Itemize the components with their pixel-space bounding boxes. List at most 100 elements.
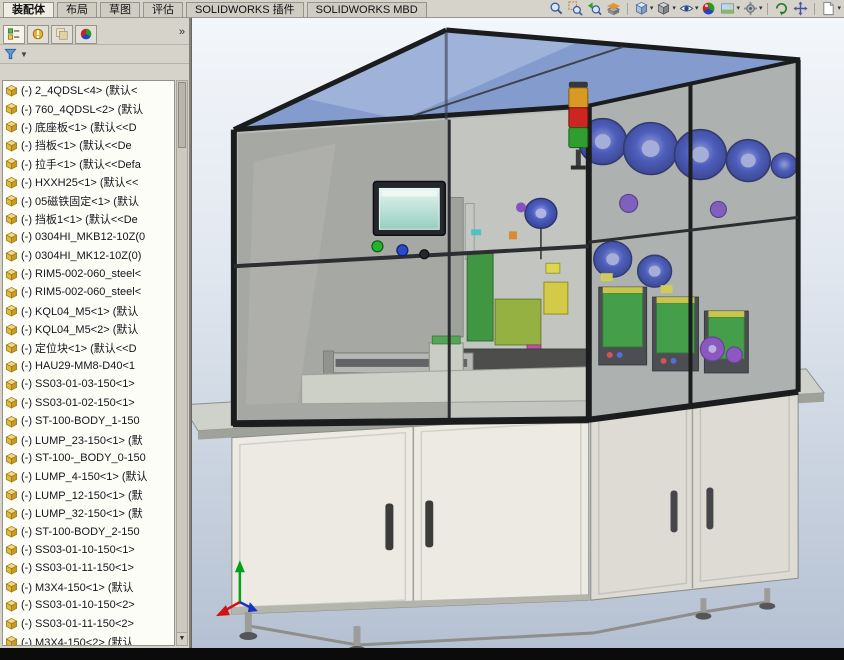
tree-item[interactable]: (-) RIM5-002-060_steel<	[3, 283, 174, 301]
rotate-view-icon[interactable]	[773, 1, 790, 16]
tree-item[interactable]: (-) SS03-01-10-150<1>	[3, 541, 174, 559]
filter-funnel-icon[interactable]	[4, 48, 17, 60]
tree-item[interactable]: (-) HAU29-MM8-D40<1	[3, 357, 174, 375]
tree-item[interactable]: (-) 0304HI_MKB12-10Z(0	[3, 228, 174, 246]
tree-item-label: (-) SS03-01-02-150<1>	[21, 397, 135, 409]
part-icon	[5, 102, 18, 115]
tree-item[interactable]: (-) LUMP_12-150<1> (默	[3, 486, 174, 504]
tree-filter-bar: ▼	[0, 45, 189, 64]
dropdown-caret-icon[interactable]: ▾	[672, 1, 676, 16]
section-view-icon[interactable]	[605, 1, 622, 16]
scrollbar-thumb[interactable]	[178, 82, 186, 148]
tree-item-label: (-) ST-100-BODY_1-150	[21, 415, 140, 427]
tree-item[interactable]: (-) ST-100-BODY_2-150	[3, 522, 174, 540]
tree-item[interactable]: (-) SS03-01-10-150<2>	[3, 596, 174, 614]
panel-overflow-chevron[interactable]: »	[179, 26, 185, 38]
part-icon	[5, 378, 18, 391]
dropdown-caret-icon[interactable]: ▾	[837, 1, 841, 16]
tree-item[interactable]: (-) RIM5-002-060_steel<	[3, 265, 174, 283]
tree-item[interactable]: (-) M3X4-150<1> (默认	[3, 578, 174, 596]
part-icon	[5, 249, 18, 262]
featuremanager-panel: » ▼ (-) 2_4QDSL<4> (默认< (-) 760_4QDSL<2>…	[0, 18, 191, 648]
scrollbar-down-icon[interactable]: ▼	[177, 632, 187, 645]
panel-tab-strip: »	[0, 24, 189, 45]
command-tab-3[interactable]: 草图	[100, 2, 140, 17]
displaymanager-icon[interactable]	[75, 25, 97, 44]
tree-item[interactable]: (-) 定位块<1> (默认<<D	[3, 338, 174, 356]
feature-tree-rows: (-) 2_4QDSL<4> (默认< (-) 760_4QDSL<2> (默认…	[3, 81, 174, 646]
tree-item[interactable]: (-) 底座板<1> (默认<<D	[3, 118, 174, 136]
tree-item[interactable]: (-) ST-100-_BODY_0-150	[3, 449, 174, 467]
tree-item[interactable]: (-) KQL04_M5<2> (默认	[3, 320, 174, 338]
configurationmanager-icon[interactable]	[51, 25, 73, 44]
pan-icon[interactable]	[792, 1, 809, 16]
tree-item[interactable]: (-) 05磁铁固定<1> (默认	[3, 191, 174, 209]
tree-item[interactable]: (-) M3X4-150<2> (默认	[3, 633, 174, 646]
command-tab-1[interactable]: 装配体	[3, 2, 54, 17]
part-icon	[5, 580, 18, 593]
tree-item-label: (-) 760_4QDSL<2> (默认	[21, 101, 143, 117]
graphics-area[interactable]	[191, 18, 844, 648]
zoom-area-icon[interactable]	[567, 1, 584, 16]
tree-item-label: (-) HXXH25<1> (默认<<	[21, 174, 138, 190]
dropdown-caret-icon[interactable]: ▾	[759, 1, 763, 16]
tree-item-label: (-) 2_4QDSL<4> (默认<	[21, 82, 137, 98]
hide-show-items-icon[interactable]	[678, 1, 695, 16]
tree-item[interactable]: (-) 挡板1<1> (默认<<De	[3, 210, 174, 228]
command-tabs: 装配体布局草图评估SOLIDWORKS 插件SOLIDWORKS MBD	[0, 2, 427, 17]
tree-item[interactable]: (-) LUMP_4-150<1> (默认	[3, 467, 174, 485]
toolbar-separator	[767, 3, 768, 15]
filter-dropdown-icon[interactable]: ▼	[20, 50, 28, 59]
tree-item[interactable]: (-) SS03-01-11-150<2>	[3, 614, 174, 632]
tree-item[interactable]: (-) HXXH25<1> (默认<<	[3, 173, 174, 191]
apply-scene-icon[interactable]	[719, 1, 736, 16]
part-icon	[5, 488, 18, 501]
command-tab-2[interactable]: 布局	[57, 2, 97, 17]
dropdown-caret-icon[interactable]: ▾	[736, 1, 740, 16]
tree-item[interactable]: (-) SS03-01-11-150<1>	[3, 559, 174, 577]
toolbar-separator	[627, 3, 628, 15]
display-style-icon[interactable]	[655, 1, 672, 16]
tree-item[interactable]: (-) 拉手<1> (默认<<Defa	[3, 155, 174, 173]
tree-item[interactable]: (-) 0304HI_MK12-10Z(0)	[3, 247, 174, 265]
tree-item[interactable]: (-) 2_4QDSL<4> (默认<	[3, 81, 174, 99]
zoom-fit-icon[interactable]	[548, 1, 565, 16]
tree-item[interactable]: (-) KQL04_M5<1> (默认	[3, 302, 174, 320]
document-properties-icon[interactable]	[820, 1, 837, 16]
part-icon	[5, 617, 18, 630]
part-icon	[5, 120, 18, 133]
view-orientation-icon[interactable]	[633, 1, 650, 16]
tree-item-label: (-) SS03-01-03-150<1>	[21, 378, 135, 390]
tree-item-label: (-) M3X4-150<1> (默认	[21, 579, 133, 595]
part-icon	[5, 360, 18, 373]
previous-view-icon[interactable]	[586, 1, 603, 16]
command-tab-6[interactable]: SOLIDWORKS MBD	[307, 2, 427, 17]
part-icon	[5, 525, 18, 538]
part-icon	[5, 635, 18, 646]
part-icon	[5, 323, 18, 336]
tree-item-label: (-) 底座板<1> (默认<<D	[21, 119, 137, 135]
view-settings-icon[interactable]	[742, 1, 759, 16]
part-icon	[5, 470, 18, 483]
tree-item[interactable]: (-) 760_4QDSL<2> (默认	[3, 99, 174, 117]
part-icon	[5, 562, 18, 575]
dropdown-caret-icon[interactable]: ▾	[650, 1, 654, 16]
tree-item[interactable]: (-) SS03-01-02-150<1>	[3, 394, 174, 412]
featuremanager-tree-icon[interactable]	[3, 25, 25, 44]
command-tab-5[interactable]: SOLIDWORKS 插件	[186, 2, 304, 17]
command-tab-4[interactable]: 评估	[143, 2, 183, 17]
tree-item[interactable]: (-) 挡板<1> (默认<<De	[3, 136, 174, 154]
part-icon	[5, 415, 18, 428]
edit-appearance-icon[interactable]	[700, 1, 717, 16]
tree-item[interactable]: (-) LUMP_23-150<1> (默	[3, 430, 174, 448]
propertymanager-icon[interactable]	[27, 25, 49, 44]
part-icon	[5, 231, 18, 244]
feature-tree: (-) 2_4QDSL<4> (默认< (-) 760_4QDSL<2> (默认…	[2, 80, 175, 646]
tree-item[interactable]: (-) ST-100-BODY_1-150	[3, 412, 174, 430]
tree-scrollbar[interactable]: ▼	[176, 80, 188, 646]
tree-item[interactable]: (-) LUMP_32-150<1> (默	[3, 504, 174, 522]
tree-item[interactable]: (-) SS03-01-03-150<1>	[3, 375, 174, 393]
dropdown-caret-icon[interactable]: ▾	[695, 1, 699, 16]
tree-item-label: (-) LUMP_23-150<1> (默	[21, 432, 143, 448]
3d-viewport-canvas[interactable]	[192, 18, 844, 648]
